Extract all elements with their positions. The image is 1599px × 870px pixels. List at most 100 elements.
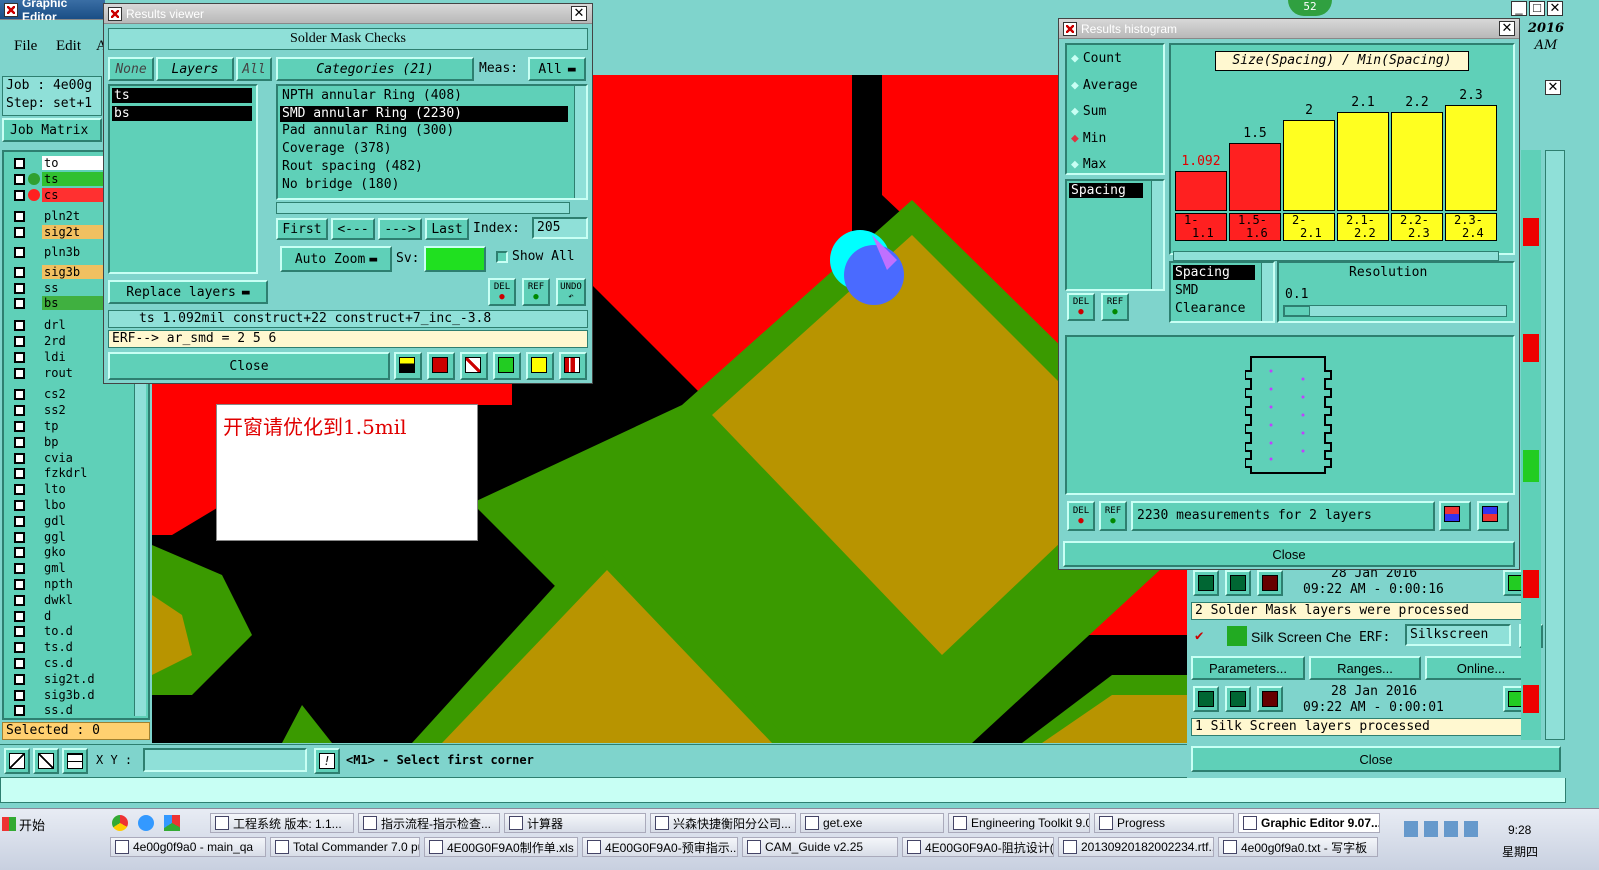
layer-row-gml[interactable]: gml	[12, 561, 124, 576]
hist-ref-button-2[interactable]: REF ●	[1099, 501, 1127, 531]
mode-option-max[interactable]: ◆ Max	[1071, 157, 1106, 173]
hist-ref-button[interactable]: REF ●	[1101, 293, 1129, 321]
layer-row-gko[interactable]: gko	[12, 545, 124, 560]
layer-row-ggl[interactable]: ggl	[12, 529, 124, 545]
histogram-bar[interactable]	[1175, 171, 1227, 211]
first-button[interactable]: First	[276, 218, 328, 240]
export-icon-2[interactable]	[1477, 501, 1509, 531]
layer-checkbox[interactable]	[14, 658, 25, 669]
tool-icon-2[interactable]	[427, 352, 455, 380]
layer-checkbox[interactable]	[14, 610, 25, 622]
start-button[interactable]: 开始	[2, 813, 54, 835]
layer-row-cvia[interactable]: cvia	[12, 450, 124, 466]
chart-hscroll[interactable]	[1173, 251, 1499, 261]
layer-row-ts-d[interactable]: ts.d	[12, 640, 124, 655]
layer-checkbox[interactable]	[14, 266, 25, 278]
menu-edit[interactable]: Edit	[56, 38, 81, 55]
category-item[interactable]: No bridge (180)	[280, 177, 568, 193]
layer-checkbox[interactable]	[14, 626, 25, 638]
replace-layers-button[interactable]: Replace layers ▬	[108, 280, 268, 304]
measure-icon[interactable]	[33, 748, 59, 774]
minimize-icon[interactable]: _	[1511, 1, 1527, 16]
parameters-button[interactable]: Parameters...	[1191, 656, 1305, 680]
run-icon-1[interactable]	[1193, 570, 1219, 596]
layer-checkbox[interactable]	[14, 247, 25, 258]
layer-checkbox[interactable]	[14, 189, 25, 201]
xy-input[interactable]	[143, 748, 307, 772]
prev-button[interactable]: <---	[331, 218, 375, 240]
layer-checkbox[interactable]	[14, 579, 25, 590]
task-button[interactable]: 4e00g0f9a0.txt - 写字板	[1218, 837, 1378, 857]
ranges-button[interactable]: Ranges...	[1309, 656, 1421, 680]
del-button[interactable]: DEL ●	[488, 278, 516, 306]
histogram-bar[interactable]	[1391, 111, 1443, 211]
layer-checkbox[interactable]	[14, 367, 25, 379]
task-button[interactable]: Progress	[1094, 813, 1234, 833]
task-button[interactable]: 20130920182002234.rtf...	[1058, 837, 1214, 857]
layer-checkbox[interactable]	[14, 705, 25, 717]
layer-checkbox[interactable]	[14, 336, 25, 347]
layer-row-cs-d[interactable]: cs.d	[12, 656, 124, 671]
layer-checkbox[interactable]	[14, 436, 25, 448]
zoom-box-icon[interactable]	[4, 748, 30, 774]
layer-row-lbo[interactable]: lbo	[12, 498, 124, 513]
ie-icon[interactable]	[138, 815, 154, 831]
layer-checkbox[interactable]	[14, 282, 25, 294]
mode-option-count[interactable]: ◆ Count	[1071, 51, 1122, 67]
layers-button[interactable]: Layers	[156, 57, 234, 81]
info-icon[interactable]: !	[314, 748, 340, 774]
run-icon-2[interactable]	[1225, 570, 1251, 596]
task-button[interactable]: get.exe	[800, 813, 944, 833]
mode-option-min[interactable]: ◆ Min	[1071, 131, 1106, 147]
last-button[interactable]: Last	[425, 218, 469, 240]
histogram-bar[interactable]	[1445, 104, 1497, 211]
task-button[interactable]: 计算器	[504, 813, 646, 833]
index-input[interactable]: 205	[532, 217, 588, 239]
layer-row-npth[interactable]: npth	[12, 577, 124, 592]
layer-checkbox[interactable]	[14, 158, 25, 169]
layer-item-ts[interactable]: ts	[112, 88, 252, 103]
task-button[interactable]: Total Commander 7.0 pu...	[270, 837, 420, 857]
histogram-icon[interactable]	[559, 352, 587, 380]
undo-button[interactable]: UNDO ↶	[556, 278, 586, 306]
layer-row-tp[interactable]: tp	[12, 419, 124, 434]
maximize-icon[interactable]: □	[1529, 1, 1545, 16]
chrome-icon[interactable]	[112, 815, 128, 831]
metric-item[interactable]: Spacing	[1069, 183, 1143, 198]
histogram-bar[interactable]	[1283, 119, 1335, 211]
layer-row-sig2t-d[interactable]: sig2t.d	[12, 671, 124, 687]
menu-file[interactable]: File	[14, 38, 37, 55]
categories-button[interactable]: Categories (21)	[276, 57, 474, 81]
close-viewer-icon[interactable]: ✕	[571, 6, 587, 21]
mode-option-average[interactable]: ◆ Average	[1071, 78, 1138, 94]
all-layers-button[interactable]: All	[236, 57, 272, 81]
grid-icon[interactable]	[62, 748, 88, 774]
layer-checkbox[interactable]	[14, 594, 25, 606]
layer-row-to-d[interactable]: to.d	[12, 624, 124, 639]
metric-scrollbar[interactable]	[1151, 181, 1163, 289]
layer-checkbox[interactable]	[14, 421, 25, 432]
category-item[interactable]: Rout spacing (482)	[280, 159, 568, 175]
category-item[interactable]: SMD annular Ring (2230)	[280, 105, 568, 122]
category-scrollbar[interactable]	[574, 86, 586, 198]
resolution-slider[interactable]	[1283, 305, 1507, 317]
layer-row-fzkdrl[interactable]: fzkdrl	[12, 466, 124, 481]
erf-input[interactable]: Silkscreen	[1405, 624, 1511, 646]
sv-color-select[interactable]	[424, 246, 486, 272]
layer-checkbox[interactable]	[14, 515, 25, 527]
export-icon-1[interactable]	[1439, 501, 1471, 531]
layer-row-cs2[interactable]: cs2	[12, 387, 124, 402]
histogram-bar[interactable]	[1229, 142, 1281, 211]
layer-checkbox[interactable]	[14, 484, 25, 496]
layer-checkbox[interactable]	[14, 689, 25, 701]
layer-checkbox[interactable]	[14, 298, 25, 310]
layer-checkbox[interactable]	[14, 673, 25, 685]
layer-row-sig3b-d[interactable]: sig3b.d	[12, 687, 124, 703]
layer-checkbox[interactable]	[14, 351, 25, 363]
layer-checkbox[interactable]	[14, 468, 25, 480]
layer-checkbox[interactable]	[14, 563, 25, 575]
spacing-item-smd[interactable]: SMD	[1173, 283, 1198, 298]
layer-checkbox[interactable]	[14, 500, 25, 511]
task-button[interactable]: 4E00G0F9A0-预审指示...	[582, 837, 738, 857]
task-button[interactable]: 4E00G0F9A0-阻抗设计(...	[902, 837, 1054, 857]
